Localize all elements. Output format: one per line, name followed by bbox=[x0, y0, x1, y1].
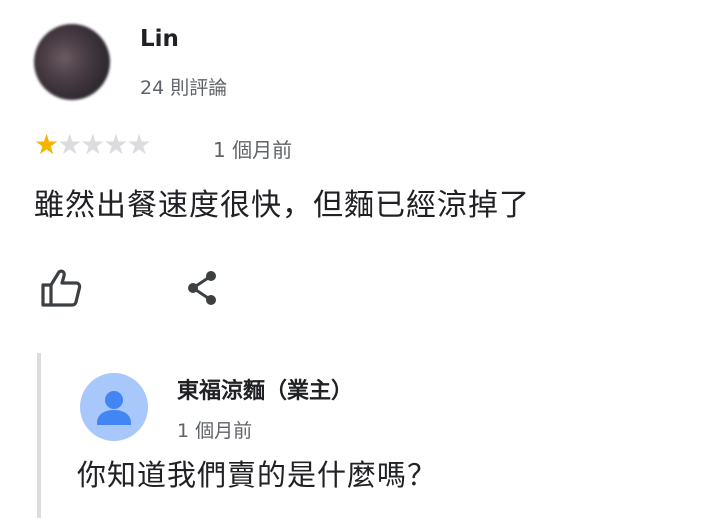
share-button[interactable] bbox=[184, 268, 220, 308]
review-count: 24 則評論 bbox=[140, 77, 228, 99]
reviewer-name[interactable]: Lin bbox=[140, 26, 179, 52]
like-button[interactable] bbox=[40, 268, 82, 308]
star-icon: ★ bbox=[57, 128, 82, 161]
star-icon: ★ bbox=[103, 128, 128, 161]
reply-divider bbox=[37, 353, 41, 518]
star-rating: ★★★★★ bbox=[34, 128, 152, 161]
owner-avatar[interactable] bbox=[80, 373, 148, 441]
star-icon: ★ bbox=[80, 128, 105, 161]
share-icon bbox=[188, 271, 216, 305]
star-icon: ★ bbox=[34, 128, 59, 161]
star-icon: ★ bbox=[126, 128, 151, 161]
owner-name: 東福涼麵（業主） bbox=[177, 379, 354, 404]
reply-text: 你知道我們賣的是什麼嗎？ bbox=[77, 458, 438, 492]
person-icon bbox=[97, 391, 131, 425]
review-time: 1 個月前 bbox=[213, 138, 293, 162]
review-text: 雖然出餐速度很快，但麵已經涼掉了 bbox=[34, 188, 530, 223]
thumbs-up-icon bbox=[41, 269, 82, 307]
reviewer-avatar[interactable] bbox=[34, 24, 110, 100]
reply-time: 1 個月前 bbox=[177, 420, 253, 442]
